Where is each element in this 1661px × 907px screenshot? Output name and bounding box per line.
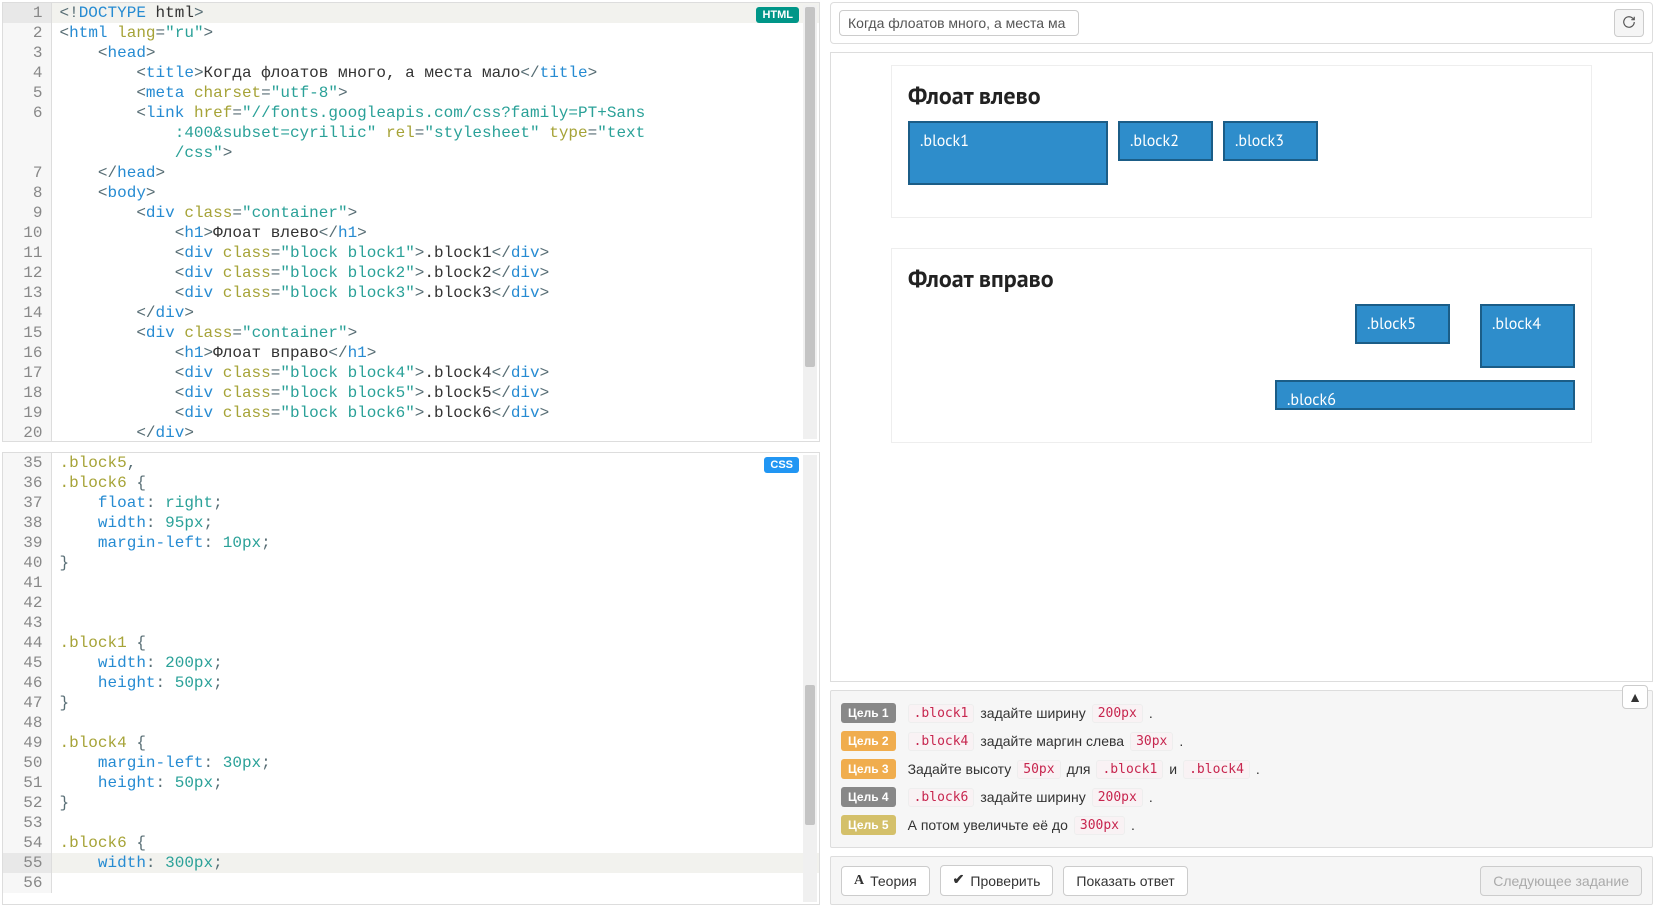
code-pill: 200px	[1092, 704, 1143, 723]
goal-row: Цель 1.block1 задайте ширину 200px .	[841, 699, 1642, 727]
code-pill: .block1	[908, 704, 975, 723]
preview-h1-right: Флоат вправо	[908, 263, 1575, 294]
preview-area: Флоат влево .block1 .block2 .block3 Флоа…	[830, 52, 1653, 682]
code-line[interactable]: 56	[3, 873, 819, 893]
code-line[interactable]: 54.block6 {	[3, 833, 819, 853]
css-scrollbar[interactable]	[803, 455, 817, 902]
goal-tag: Цель 3	[841, 759, 896, 779]
code-line[interactable]: 2<html lang="ru">	[3, 23, 819, 43]
code-line[interactable]: 55 width: 300px;	[3, 853, 819, 873]
refresh-icon	[1622, 15, 1636, 32]
preview-block5: .block5	[1355, 304, 1450, 344]
code-line[interactable]: 50 margin-left: 30px;	[3, 753, 819, 773]
code-pill: .block4	[908, 732, 975, 751]
preview-block3: .block3	[1223, 121, 1318, 161]
code-line[interactable]: 53	[3, 813, 819, 833]
code-line[interactable]: 51 height: 50px;	[3, 773, 819, 793]
code-line[interactable]: 5 <meta charset="utf-8">	[3, 83, 819, 103]
code-line[interactable]: 9 <div class="container">	[3, 203, 819, 223]
goal-tag: Цель 1	[841, 703, 896, 723]
preview-address[interactable]: Когда флоатов много, а места ма	[839, 10, 1079, 36]
code-line[interactable]: 17 <div class="block block4">.block4</di…	[3, 363, 819, 383]
goal-row: Цель 2.block4 задайте маргин слева 30px …	[841, 727, 1642, 755]
code-line[interactable]: 39 margin-left: 10px;	[3, 533, 819, 553]
code-pill: 200px	[1092, 788, 1143, 807]
show-answer-button[interactable]: Показать ответ	[1063, 866, 1187, 896]
preview-container-1: Флоат влево .block1 .block2 .block3	[891, 65, 1592, 218]
code-line[interactable]: 38 width: 95px;	[3, 513, 819, 533]
preview-block1: .block1	[908, 121, 1108, 185]
code-line[interactable]: 10 <h1>Флоат влево</h1>	[3, 223, 819, 243]
code-line[interactable]: 41	[3, 573, 819, 593]
code-line[interactable]: 11 <div class="block block1">.block1</di…	[3, 243, 819, 263]
code-line[interactable]: 46 height: 50px;	[3, 673, 819, 693]
check-label: Проверить	[970, 873, 1040, 889]
html-editor[interactable]: HTML 1<!DOCTYPE html>2<html lang="ru">3 …	[2, 2, 820, 442]
code-line[interactable]: 18 <div class="block block5">.block5</di…	[3, 383, 819, 403]
code-line[interactable]: 19 <div class="block block6">.block6</di…	[3, 403, 819, 423]
code-line[interactable]: 49.block4 {	[3, 733, 819, 753]
code-pill: 30px	[1130, 732, 1173, 751]
code-line[interactable]: 45 width: 200px;	[3, 653, 819, 673]
goals-panel: ▲ Цель 1.block1 задайте ширину 200px .Це…	[830, 690, 1653, 848]
preview-block2: .block2	[1118, 121, 1213, 161]
code-line[interactable]: 37 float: right;	[3, 493, 819, 513]
code-line[interactable]: 52}	[3, 793, 819, 813]
code-line[interactable]: 20 </div>	[3, 423, 819, 441]
code-line[interactable]: 44.block1 {	[3, 633, 819, 653]
code-line[interactable]: 1<!DOCTYPE html>	[3, 3, 819, 23]
html-badge: HTML	[756, 7, 799, 23]
code-line[interactable]: 7 </head>	[3, 163, 819, 183]
check-button[interactable]: ✔ Проверить	[940, 865, 1054, 896]
action-bar: A Теория ✔ Проверить Показать ответ След…	[830, 856, 1653, 905]
code-line[interactable]: 14 </div>	[3, 303, 819, 323]
arrow-up-icon: ▲	[1628, 689, 1642, 705]
code-line[interactable]: 13 <div class="block block3">.block3</di…	[3, 283, 819, 303]
preview-container-2: Флоат вправо .block4 .block5 .block6	[891, 248, 1592, 443]
code-line[interactable]: 42	[3, 593, 819, 613]
code-line[interactable]: /css">	[3, 143, 819, 163]
code-line[interactable]: :400&subset=cyrillic" rel="stylesheet" t…	[3, 123, 819, 143]
check-icon: ✔	[953, 872, 965, 889]
code-pill: .block1	[1096, 760, 1163, 779]
code-line[interactable]: 4 <title>Когда флоатов много, а места ма…	[3, 63, 819, 83]
refresh-button[interactable]	[1614, 9, 1644, 37]
preview-toolbar: Когда флоатов много, а места ма	[830, 2, 1653, 44]
code-pill: 300px	[1074, 816, 1125, 835]
font-icon: A	[854, 873, 864, 889]
code-line[interactable]: 16 <h1>Флоат вправо</h1>	[3, 343, 819, 363]
code-line[interactable]: 36.block6 {	[3, 473, 819, 493]
css-editor[interactable]: CSS 35.block5,36.block6 {37 float: right…	[2, 452, 820, 905]
code-line[interactable]: 6 <link href="//fonts.googleapis.com/css…	[3, 103, 819, 123]
goal-row: Цель 3Задайте высоту 50px для .block1 и …	[841, 755, 1642, 783]
code-line[interactable]: 43	[3, 613, 819, 633]
code-line[interactable]: 35.block5,	[3, 453, 819, 473]
preview-block6: .block6	[1275, 380, 1575, 410]
css-badge: CSS	[764, 457, 799, 473]
code-line[interactable]: 40}	[3, 553, 819, 573]
code-line[interactable]: 47}	[3, 693, 819, 713]
theory-button[interactable]: A Теория	[841, 866, 930, 896]
code-pill: 50px	[1017, 760, 1060, 779]
goal-tag: Цель 2	[841, 731, 896, 751]
code-line[interactable]: 8 <body>	[3, 183, 819, 203]
code-pill: .block4	[1183, 760, 1250, 779]
goal-row: Цель 5А потом увеличьте её до 300px .	[841, 811, 1642, 839]
collapse-goals-button[interactable]: ▲	[1622, 685, 1648, 709]
code-line[interactable]: 15 <div class="container">	[3, 323, 819, 343]
next-label: Следующее задание	[1493, 873, 1629, 889]
theory-label: Теория	[870, 873, 917, 889]
code-line[interactable]: 12 <div class="block block2">.block2</di…	[3, 263, 819, 283]
preview-h1-left: Флоат влево	[908, 80, 1575, 111]
code-line[interactable]: 48	[3, 713, 819, 733]
goal-row: Цель 4.block6 задайте ширину 200px .	[841, 783, 1642, 811]
html-scrollbar[interactable]	[803, 5, 817, 439]
preview-block4: .block4	[1480, 304, 1575, 368]
next-task-button[interactable]: Следующее задание	[1480, 866, 1642, 896]
goal-tag: Цель 4	[841, 787, 896, 807]
code-line[interactable]: 3 <head>	[3, 43, 819, 63]
goal-tag: Цель 5	[841, 815, 896, 835]
show-answer-label: Показать ответ	[1076, 873, 1174, 889]
code-pill: .block6	[908, 788, 975, 807]
